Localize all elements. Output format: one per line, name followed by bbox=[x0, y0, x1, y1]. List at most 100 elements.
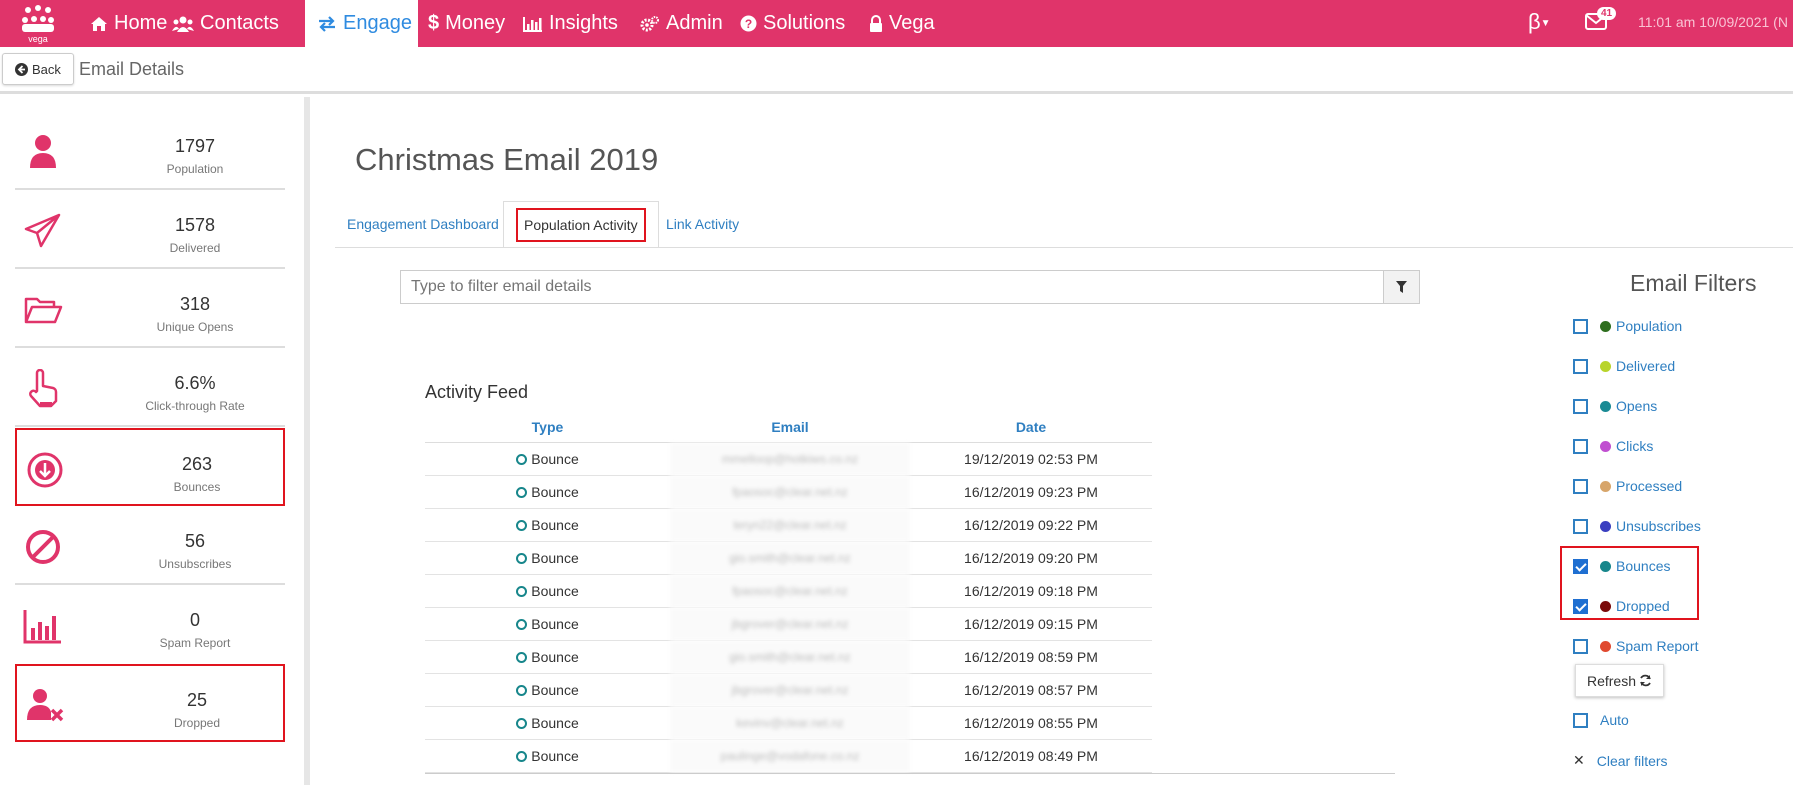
svg-text:?: ? bbox=[745, 17, 752, 31]
type-cell: Bounce bbox=[425, 475, 670, 509]
nav-engage[interactable]: Engage bbox=[305, 0, 418, 47]
filter-checkbox[interactable] bbox=[1573, 318, 1588, 334]
vega-logo[interactable]: vega bbox=[20, 4, 56, 44]
user-times-icon bbox=[27, 689, 64, 722]
filter-checkbox[interactable] bbox=[1573, 358, 1588, 374]
caret-down-icon: ▼ bbox=[1540, 18, 1551, 29]
filter-spam-report[interactable]: Spam Report bbox=[1573, 636, 1698, 656]
date-cell: 16/12/2019 09:22 PM bbox=[910, 508, 1152, 542]
circle-icon bbox=[516, 453, 528, 465]
type-cell: Bounce bbox=[425, 706, 670, 740]
table-row[interactable]: Bounce fpaosoc@clear.net.nz 16/12/2019 09:… bbox=[425, 574, 1152, 608]
email-cell[interactable]: kevinv@clear.net.nz bbox=[670, 706, 910, 740]
circle-icon bbox=[516, 585, 528, 597]
table-row[interactable]: Bounce gio.smith@clear.net.nz 16/12/2019 0… bbox=[425, 541, 1152, 575]
arrow-circle-down-icon bbox=[27, 452, 63, 488]
auto-checkbox[interactable] bbox=[1573, 712, 1588, 728]
clear-filters-link[interactable]: ✕ Clear filters bbox=[1573, 752, 1668, 769]
stat-delivered[interactable]: 1578 Delivered bbox=[15, 191, 285, 269]
table-row[interactable]: Bounce jbgrover@clear.net.nz 16/12/2019 08… bbox=[425, 673, 1152, 707]
email-cell[interactable]: teryn22@clear.net.nz bbox=[670, 508, 910, 542]
nav-admin[interactable]: Admin bbox=[628, 0, 735, 47]
filter-processed[interactable]: Processed bbox=[1573, 476, 1682, 496]
refresh-button[interactable]: Refresh bbox=[1575, 664, 1664, 697]
filter-checkbox[interactable] bbox=[1573, 398, 1588, 414]
type-cell: Bounce bbox=[425, 673, 670, 707]
table-row[interactable]: Bounce paulinge@vodafone.co.nz 16/12/2019 … bbox=[425, 739, 1152, 773]
tab-population-activity[interactable]: Population Activity bbox=[503, 201, 659, 247]
email-cell[interactable]: jbgrover@clear.net.nz bbox=[670, 673, 910, 707]
question-circle-icon: ? bbox=[740, 15, 757, 32]
filter-checkbox[interactable] bbox=[1573, 478, 1588, 494]
auto-refresh-toggle[interactable]: Auto bbox=[1573, 710, 1629, 730]
email-cell[interactable]: gio.smith@clear.net.nz bbox=[670, 640, 910, 674]
bar-chart-icon bbox=[23, 610, 61, 644]
filter-checkbox[interactable] bbox=[1573, 638, 1588, 654]
users-icon bbox=[172, 16, 194, 32]
svg-text:vega: vega bbox=[28, 34, 48, 44]
column-header-email[interactable]: Email bbox=[670, 412, 910, 443]
nav-insights[interactable]: Insights bbox=[511, 0, 630, 47]
filter-opens[interactable]: Opens bbox=[1573, 396, 1657, 416]
table-row[interactable]: Bounce teryn22@clear.net.nz 16/12/2019 09:… bbox=[425, 508, 1152, 542]
color-dot-icon bbox=[1600, 520, 1611, 532]
stat-divider bbox=[15, 188, 285, 190]
table-row[interactable]: Bounce jbgrover@clear.net.nz 16/12/2019 09… bbox=[425, 607, 1152, 641]
date-cell: 16/12/2019 08:49 PM bbox=[910, 739, 1152, 773]
tab-link-activity[interactable]: Link Activity bbox=[654, 201, 751, 247]
email-cell[interactable]: fpaosoc@clear.net.nz bbox=[670, 475, 910, 509]
nav-solutions[interactable]: ? Solutions bbox=[728, 0, 857, 47]
filter-label: Population bbox=[1616, 318, 1683, 334]
table-row[interactable]: Bounce fpaosoc@clear.net.nz 16/12/2019 09:… bbox=[425, 475, 1152, 509]
stat-divider bbox=[15, 346, 285, 348]
table-row[interactable]: Bounce mmelloop@hotkiws.co.nz 19/12/2019 0… bbox=[425, 442, 1152, 476]
stat-bounces[interactable]: 263 Bounces bbox=[15, 428, 285, 506]
nav-contacts[interactable]: Contacts bbox=[160, 0, 291, 47]
circle-icon bbox=[516, 618, 528, 630]
color-dot-icon bbox=[1600, 320, 1611, 332]
stat-spam-report[interactable]: 0 Spam Report bbox=[15, 586, 285, 664]
filter-unsubscribes[interactable]: Unsubscribes bbox=[1573, 516, 1701, 536]
dollar-icon: $ bbox=[428, 12, 440, 34]
tab-engagement-dashboard[interactable]: Engagement Dashboard bbox=[335, 201, 511, 247]
activity-feed-table: Type Email Date Bounce mmelloop@hotkiws.c… bbox=[425, 412, 1152, 773]
filter-button[interactable] bbox=[1383, 270, 1420, 304]
email-filter-input[interactable] bbox=[400, 270, 1384, 304]
stat-divider bbox=[15, 425, 285, 427]
table-row[interactable]: Bounce gio.smith@clear.net.nz 16/12/2019 0… bbox=[425, 640, 1152, 674]
lock-icon bbox=[869, 15, 883, 32]
stat-dropped[interactable]: 25 Dropped bbox=[15, 664, 285, 742]
date-cell: 16/12/2019 09:20 PM bbox=[910, 541, 1152, 575]
nav-vega[interactable]: Vega bbox=[857, 0, 947, 47]
filter-population[interactable]: Population bbox=[1573, 316, 1682, 336]
date-cell: 19/12/2019 02:53 PM bbox=[910, 442, 1152, 476]
filter-checkbox[interactable] bbox=[1573, 438, 1588, 454]
times-icon: ✕ bbox=[1573, 752, 1585, 768]
table-row[interactable]: Bounce kevinv@clear.net.nz 16/12/2019 08:5… bbox=[425, 706, 1152, 740]
refresh-icon bbox=[1640, 674, 1651, 687]
stat-click-through[interactable]: 6.6% Click-through Rate bbox=[15, 349, 285, 427]
filter-checkbox[interactable] bbox=[1573, 518, 1588, 534]
circle-icon bbox=[516, 519, 528, 531]
beta-menu[interactable]: β▼ bbox=[1528, 9, 1551, 35]
email-cell[interactable]: paulinge@vodafone.co.nz bbox=[670, 739, 910, 773]
stat-population[interactable]: 1797 Population bbox=[15, 112, 285, 190]
email-cell[interactable]: fpaosoc@clear.net.nz bbox=[670, 574, 910, 608]
filter-highlight-box bbox=[1560, 546, 1699, 620]
email-cell[interactable]: mmelloop@hotkiws.co.nz bbox=[670, 442, 910, 476]
nav-money[interactable]: $ Money bbox=[416, 0, 517, 47]
filter-clicks[interactable]: Clicks bbox=[1573, 436, 1653, 456]
color-dot-icon bbox=[1600, 360, 1611, 372]
email-cell[interactable]: gio.smith@clear.net.nz bbox=[670, 541, 910, 575]
stat-unique-opens[interactable]: 318 Unique Opens bbox=[15, 270, 285, 348]
stat-unsubscribes[interactable]: 56 Unsubscribes bbox=[15, 507, 285, 585]
top-navbar: vega Home Contacts Engage $ Money Insight… bbox=[0, 0, 1793, 47]
column-header-type[interactable]: Type bbox=[425, 412, 670, 443]
back-button[interactable]: Back bbox=[2, 53, 74, 85]
feed-bottom-rule bbox=[425, 773, 1395, 774]
circle-icon bbox=[516, 717, 528, 729]
circle-icon bbox=[516, 486, 528, 498]
filter-delivered[interactable]: Delivered bbox=[1573, 356, 1675, 376]
email-cell[interactable]: jbgrover@clear.net.nz bbox=[670, 607, 910, 641]
column-header-date[interactable]: Date bbox=[910, 412, 1152, 443]
